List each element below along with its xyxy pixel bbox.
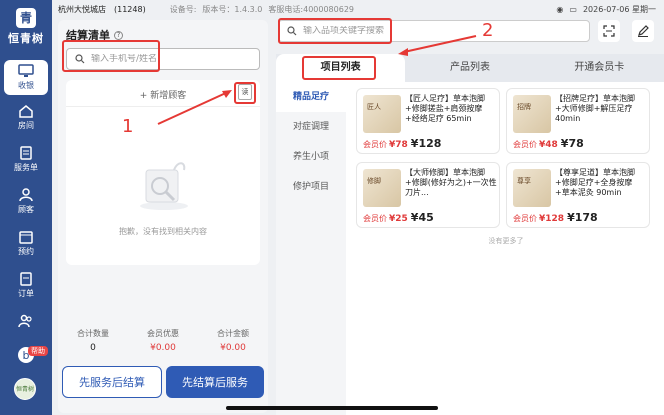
annotation-arrows — [157, 35, 477, 125]
home-indicator[interactable] — [226, 406, 438, 410]
annotation-number: 2 — [482, 20, 494, 41]
annotation-number: 1 — [122, 116, 134, 137]
